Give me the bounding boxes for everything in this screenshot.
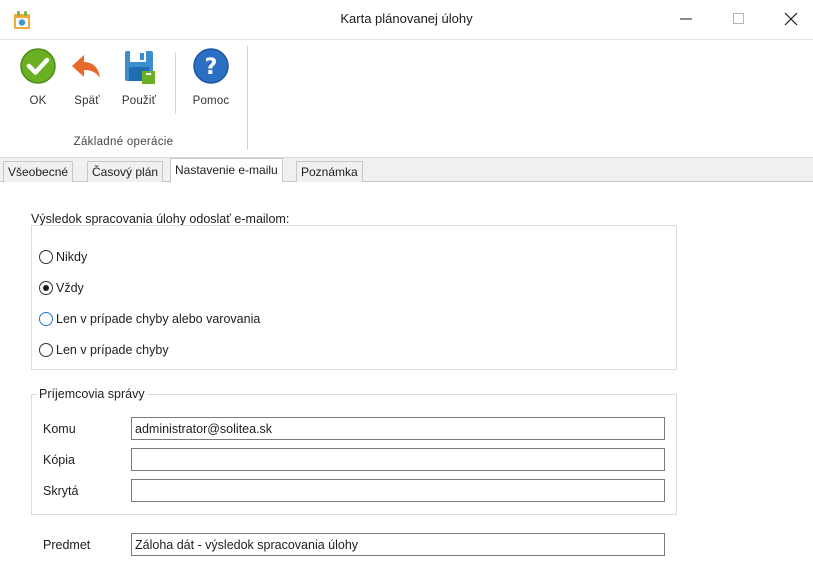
option-error-or-warning-label: Len v prípade chyby alebo varovania — [56, 312, 261, 326]
close-icon — [784, 12, 798, 29]
option-error-only-label: Len v prípade chyby — [56, 343, 169, 357]
bcc-field[interactable] — [131, 479, 665, 502]
radio-error-or-warning[interactable] — [39, 312, 53, 326]
ribbon-toolbar: OK Späť Použiť ? Pomoc Základné operácie — [0, 40, 813, 158]
tab-email-settings[interactable]: Nastavenie e-mailu — [170, 158, 283, 183]
svg-text:?: ? — [205, 55, 218, 80]
help-icon: ? — [191, 46, 231, 86]
option-never[interactable]: Nikdy — [39, 250, 87, 264]
cc-label: Kópia — [43, 453, 75, 467]
help-button-label: Pomoc — [192, 95, 230, 107]
option-never-label: Nikdy — [56, 250, 88, 264]
radio-error-only[interactable] — [39, 343, 53, 357]
ok-button-label: OK — [29, 95, 47, 107]
option-error-only[interactable]: Len v prípade chyby — [39, 343, 169, 357]
help-button[interactable]: ? Pomoc — [186, 46, 236, 107]
subject-field[interactable] — [131, 533, 665, 556]
back-button-label: Späť — [74, 95, 100, 107]
title-bar: Karta plánovanej úlohy — [0, 0, 813, 40]
maximize-icon — [733, 12, 745, 28]
tab-general[interactable]: Všeobecné — [3, 161, 74, 182]
to-label: Komu — [43, 422, 76, 436]
check-circle-icon — [18, 46, 58, 86]
ribbon-group-border — [247, 46, 248, 150]
apply-button-label: Použiť — [121, 95, 157, 107]
save-disk-icon — [119, 46, 159, 86]
option-always[interactable]: Vždy — [39, 281, 84, 295]
recipients-legend: Príjemcovia správy — [37, 387, 147, 401]
email-settings-panel: Výsledok spracovania úlohy odoslať e-mai… — [0, 182, 813, 578]
minimize-icon — [680, 13, 692, 28]
tab-note[interactable]: Poznámka — [296, 161, 363, 182]
ok-button[interactable]: OK — [13, 46, 63, 107]
send-option-group: Nikdy Vždy Len v prípade chyby alebo var… — [31, 225, 677, 370]
tab-schedule[interactable]: Časový plán — [87, 161, 164, 182]
bcc-label: Skrytá — [43, 484, 79, 498]
option-error-or-warning[interactable]: Len v prípade chyby alebo varovania — [39, 312, 260, 326]
ribbon-group-label: Základné operácie — [73, 136, 174, 148]
subject-label: Predmet — [43, 538, 91, 552]
maximize-button[interactable] — [716, 0, 762, 40]
ribbon-separator — [175, 52, 176, 114]
undo-arrow-icon — [67, 46, 107, 86]
radio-always[interactable] — [39, 281, 53, 295]
send-result-heading: Výsledok spracovania úlohy odoslať e-mai… — [31, 212, 290, 226]
radio-never[interactable] — [39, 250, 53, 264]
apply-button[interactable]: Použiť — [116, 46, 162, 107]
to-field[interactable] — [131, 417, 665, 440]
minimize-button[interactable] — [663, 0, 709, 40]
option-always-label: Vždy — [56, 281, 84, 295]
cc-field[interactable] — [131, 448, 665, 471]
close-button[interactable] — [768, 0, 813, 40]
back-button[interactable]: Späť — [67, 46, 107, 107]
tab-strip: Všeobecné Časový plán Nastavenie e-mailu… — [0, 158, 813, 183]
